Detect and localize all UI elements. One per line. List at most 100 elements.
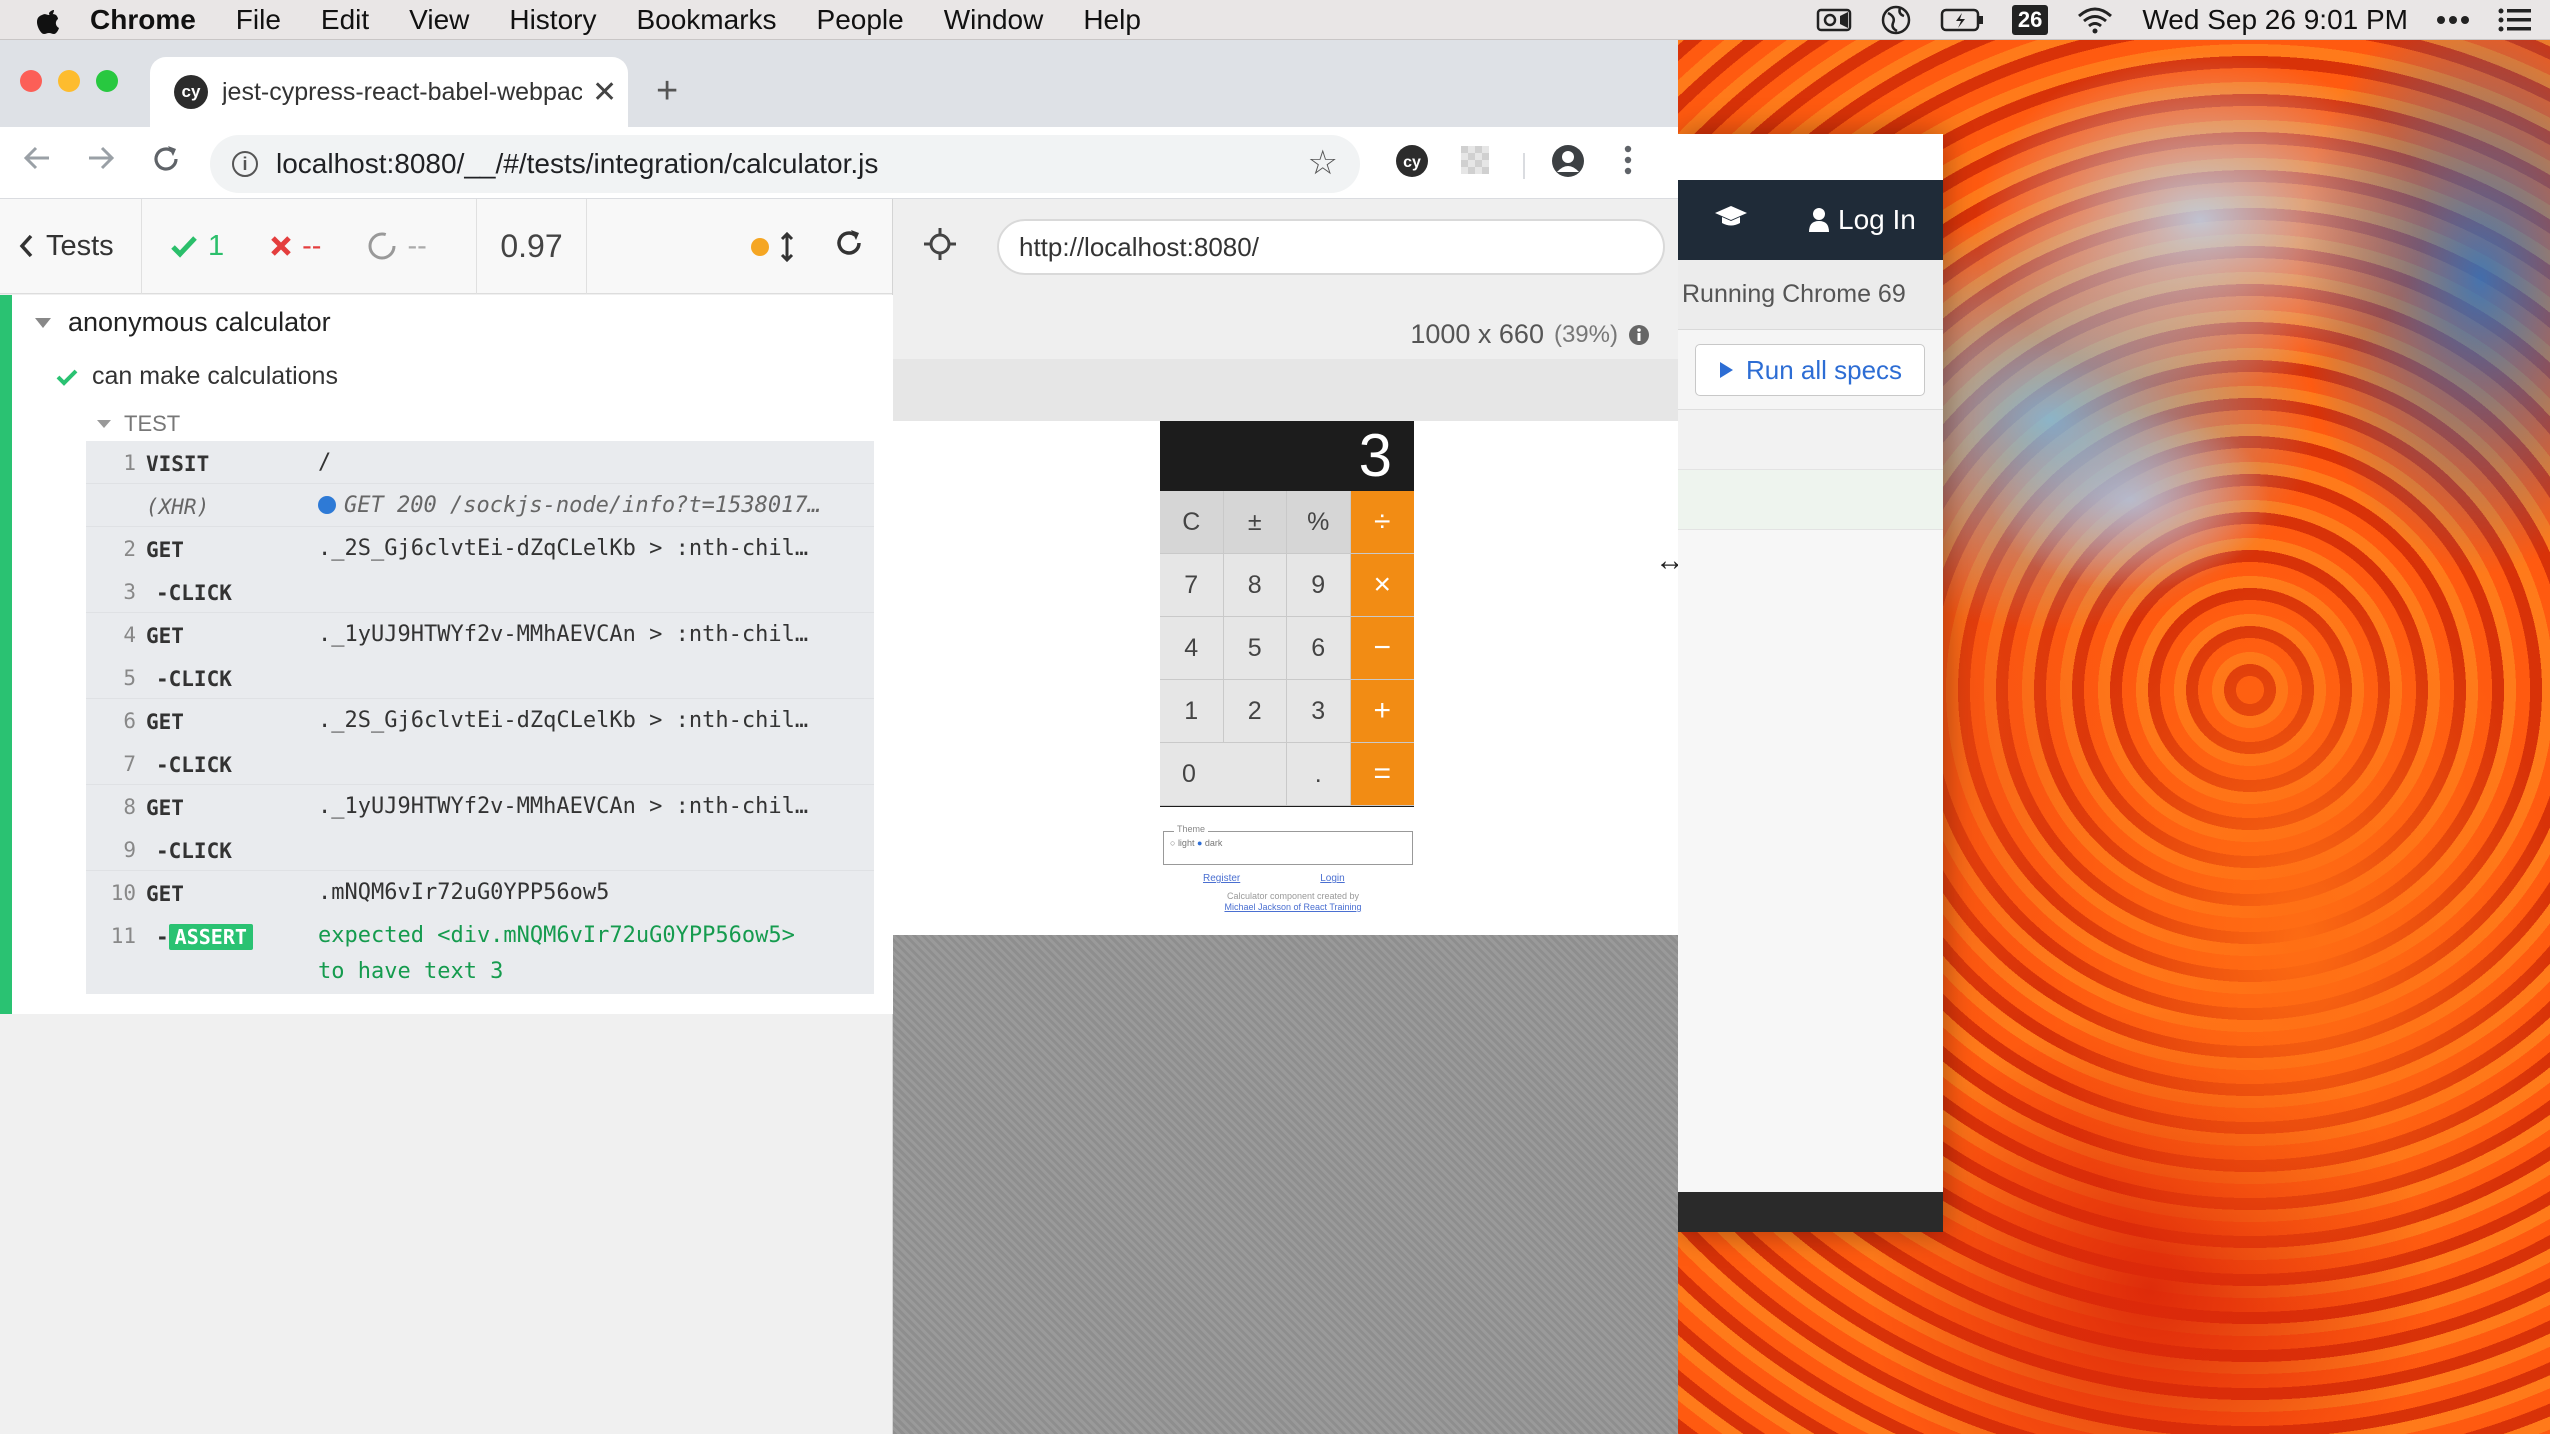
key-sign[interactable]: ±	[1223, 491, 1287, 554]
info-icon[interactable]	[1628, 324, 1650, 346]
login-button[interactable]: Log In	[1808, 204, 1916, 236]
status-dot-icon	[751, 237, 769, 256]
command-row[interactable]: 8 GET ._1yUJ9HTWYf2v-MMhAEVCAn > :nth-ch…	[86, 785, 874, 828]
key-multiply[interactable]: ×	[1350, 554, 1414, 617]
auto-scroll-toggle[interactable]	[750, 231, 794, 262]
credit-line-2[interactable]: Michael Jackson of React Training	[1224, 902, 1361, 912]
menu-bar: Chrome File Edit View History Bookmarks …	[0, 0, 2550, 40]
maximize-window-button[interactable]	[96, 70, 118, 92]
login-link[interactable]: Login	[1320, 873, 1344, 884]
aut-url-bar[interactable]: http://localhost:8080/	[997, 219, 1665, 275]
spec-row[interactable]	[1678, 410, 1943, 470]
graduation-cap-icon[interactable]	[1714, 204, 1748, 237]
new-tab-icon[interactable]: +	[656, 70, 678, 113]
key-8[interactable]: 8	[1223, 554, 1287, 617]
menu-people[interactable]: People	[817, 4, 904, 36]
key-2[interactable]: 2	[1223, 680, 1287, 743]
wifi-icon[interactable]	[2076, 6, 2114, 34]
back-icon[interactable]	[22, 143, 52, 182]
selector-playground-icon[interactable]	[923, 227, 957, 270]
command-row[interactable]: 7 -CLICK	[86, 742, 874, 785]
camera-icon[interactable]	[1816, 6, 1852, 34]
register-link[interactable]: Register	[1203, 873, 1240, 884]
extension-placeholder-icon[interactable]	[1458, 143, 1492, 182]
run-bar: Run all specs	[1678, 330, 1943, 410]
more-icon[interactable]	[2436, 15, 2470, 25]
tab-close-icon[interactable]: ✕	[592, 75, 617, 110]
key-7[interactable]: 7	[1160, 554, 1224, 617]
theme-light-radio[interactable]: ○ light	[1170, 838, 1194, 848]
command-message: ._2S_Gj6clvtEi-dZqCLelKb > :nth-chil…	[318, 708, 809, 733]
test-section-header[interactable]: TEST	[96, 411, 180, 437]
reporter-controls	[750, 199, 892, 294]
auth-links: Register Login	[1203, 873, 1345, 884]
command-number: 10	[110, 881, 136, 905]
key-9[interactable]: 9	[1287, 554, 1351, 617]
test-header[interactable]: can make calculations	[56, 362, 338, 391]
notification-badge[interactable]: 26	[2011, 5, 2049, 35]
command-row[interactable]: 2 GET ._2S_Gj6clvtEi-dZqCLelKb > :nth-ch…	[86, 527, 874, 570]
command-row[interactable]: 5 -CLICK	[86, 656, 874, 699]
command-row[interactable]: 9 -CLICK	[86, 828, 874, 871]
key-1[interactable]: 1	[1160, 680, 1224, 743]
profile-icon[interactable]	[1550, 143, 1586, 184]
key-subtract[interactable]: −	[1350, 617, 1414, 680]
close-window-button[interactable]	[20, 70, 42, 92]
theme-dark-radio[interactable]: ● dark	[1197, 838, 1222, 848]
menu-clock[interactable]: Wed Sep 26 9:01 PM	[2142, 4, 2408, 36]
command-row[interactable]: 6 GET ._2S_Gj6clvtEi-dZqCLelKb > :nth-ch…	[86, 699, 874, 742]
tests-nav-button[interactable]: Tests	[0, 198, 142, 294]
menu-file[interactable]: File	[236, 4, 281, 36]
menu-help[interactable]: Help	[1083, 4, 1141, 36]
window-controls	[20, 70, 118, 92]
suite-header[interactable]: anonymous calculator	[34, 307, 331, 338]
menu-view[interactable]: View	[409, 4, 469, 36]
rerun-button[interactable]	[834, 228, 864, 266]
command-message: GET 200 /sockjs-node/info?t=1538017…	[344, 493, 821, 518]
key-percent[interactable]: %	[1287, 491, 1351, 554]
minimize-window-button[interactable]	[58, 70, 80, 92]
key-3[interactable]: 3	[1287, 680, 1351, 743]
pending-stat: --	[367, 230, 427, 263]
user-icon	[1809, 208, 1829, 232]
key-add[interactable]: +	[1350, 680, 1414, 743]
key-divide[interactable]: ÷	[1350, 491, 1414, 554]
forward-icon[interactable]	[86, 143, 116, 182]
failed-stat: --	[270, 230, 321, 263]
key-equals[interactable]: =	[1350, 743, 1414, 806]
command-row[interactable]: 3 -CLICK	[86, 570, 874, 613]
address-bar[interactable]: i localhost:8080/__/#/tests/integration/…	[210, 135, 1360, 193]
command-row[interactable]: 10 GET .mNQM6vIr72uG0YPP56ow5	[86, 871, 874, 914]
browser-tab[interactable]: cy jest-cypress-react-babel-webpack ✕	[150, 57, 628, 127]
run-all-specs-button[interactable]: Run all specs	[1695, 344, 1925, 396]
command-row-xhr[interactable]: (XHR) GET 200 /sockjs-node/info?t=153801…	[86, 484, 874, 527]
menu-history[interactable]: History	[509, 4, 596, 36]
menu-window[interactable]: Window	[944, 4, 1044, 36]
apple-icon[interactable]	[34, 5, 64, 35]
command-row[interactable]: 4 GET ._1yUJ9HTWYf2v-MMhAEVCAn > :nth-ch…	[86, 613, 874, 656]
resize-handle-icon[interactable]: ↔	[1655, 544, 1678, 578]
menu-app-name[interactable]: Chrome	[90, 4, 196, 36]
menu-bookmarks[interactable]: Bookmarks	[636, 4, 776, 36]
command-row-assert[interactable]: 11 - ASSERT expected <div.mNQM6vIr72uG0YP…	[86, 914, 874, 994]
key-5[interactable]: 5	[1223, 617, 1287, 680]
key-6[interactable]: 6	[1287, 617, 1351, 680]
key-4[interactable]: 4	[1160, 617, 1224, 680]
menu-edit[interactable]: Edit	[321, 4, 369, 36]
cypress-extension-icon[interactable]: cy	[1394, 143, 1430, 184]
key-clear[interactable]: C	[1160, 491, 1224, 554]
command-row[interactable]: 1 VISIT /	[86, 441, 874, 484]
bookmark-star-icon[interactable]: ☆	[1308, 143, 1338, 183]
site-info-icon[interactable]: i	[232, 151, 258, 177]
reload-icon[interactable]	[150, 143, 182, 184]
notification-center-icon[interactable]	[2498, 7, 2532, 33]
key-0[interactable]: 0	[1160, 743, 1287, 806]
command-name: GET	[146, 710, 184, 734]
tab-strip: cy jest-cypress-react-babel-webpack ✕ +	[0, 40, 1678, 127]
battery-icon[interactable]	[1940, 7, 1984, 33]
chrome-menu-icon[interactable]	[1622, 143, 1634, 182]
key-decimal[interactable]: .	[1287, 743, 1351, 806]
globe-icon[interactable]	[1880, 4, 1912, 36]
spec-row-active[interactable]	[1678, 470, 1943, 530]
viewport-scale: (39%)	[1553, 320, 1618, 348]
